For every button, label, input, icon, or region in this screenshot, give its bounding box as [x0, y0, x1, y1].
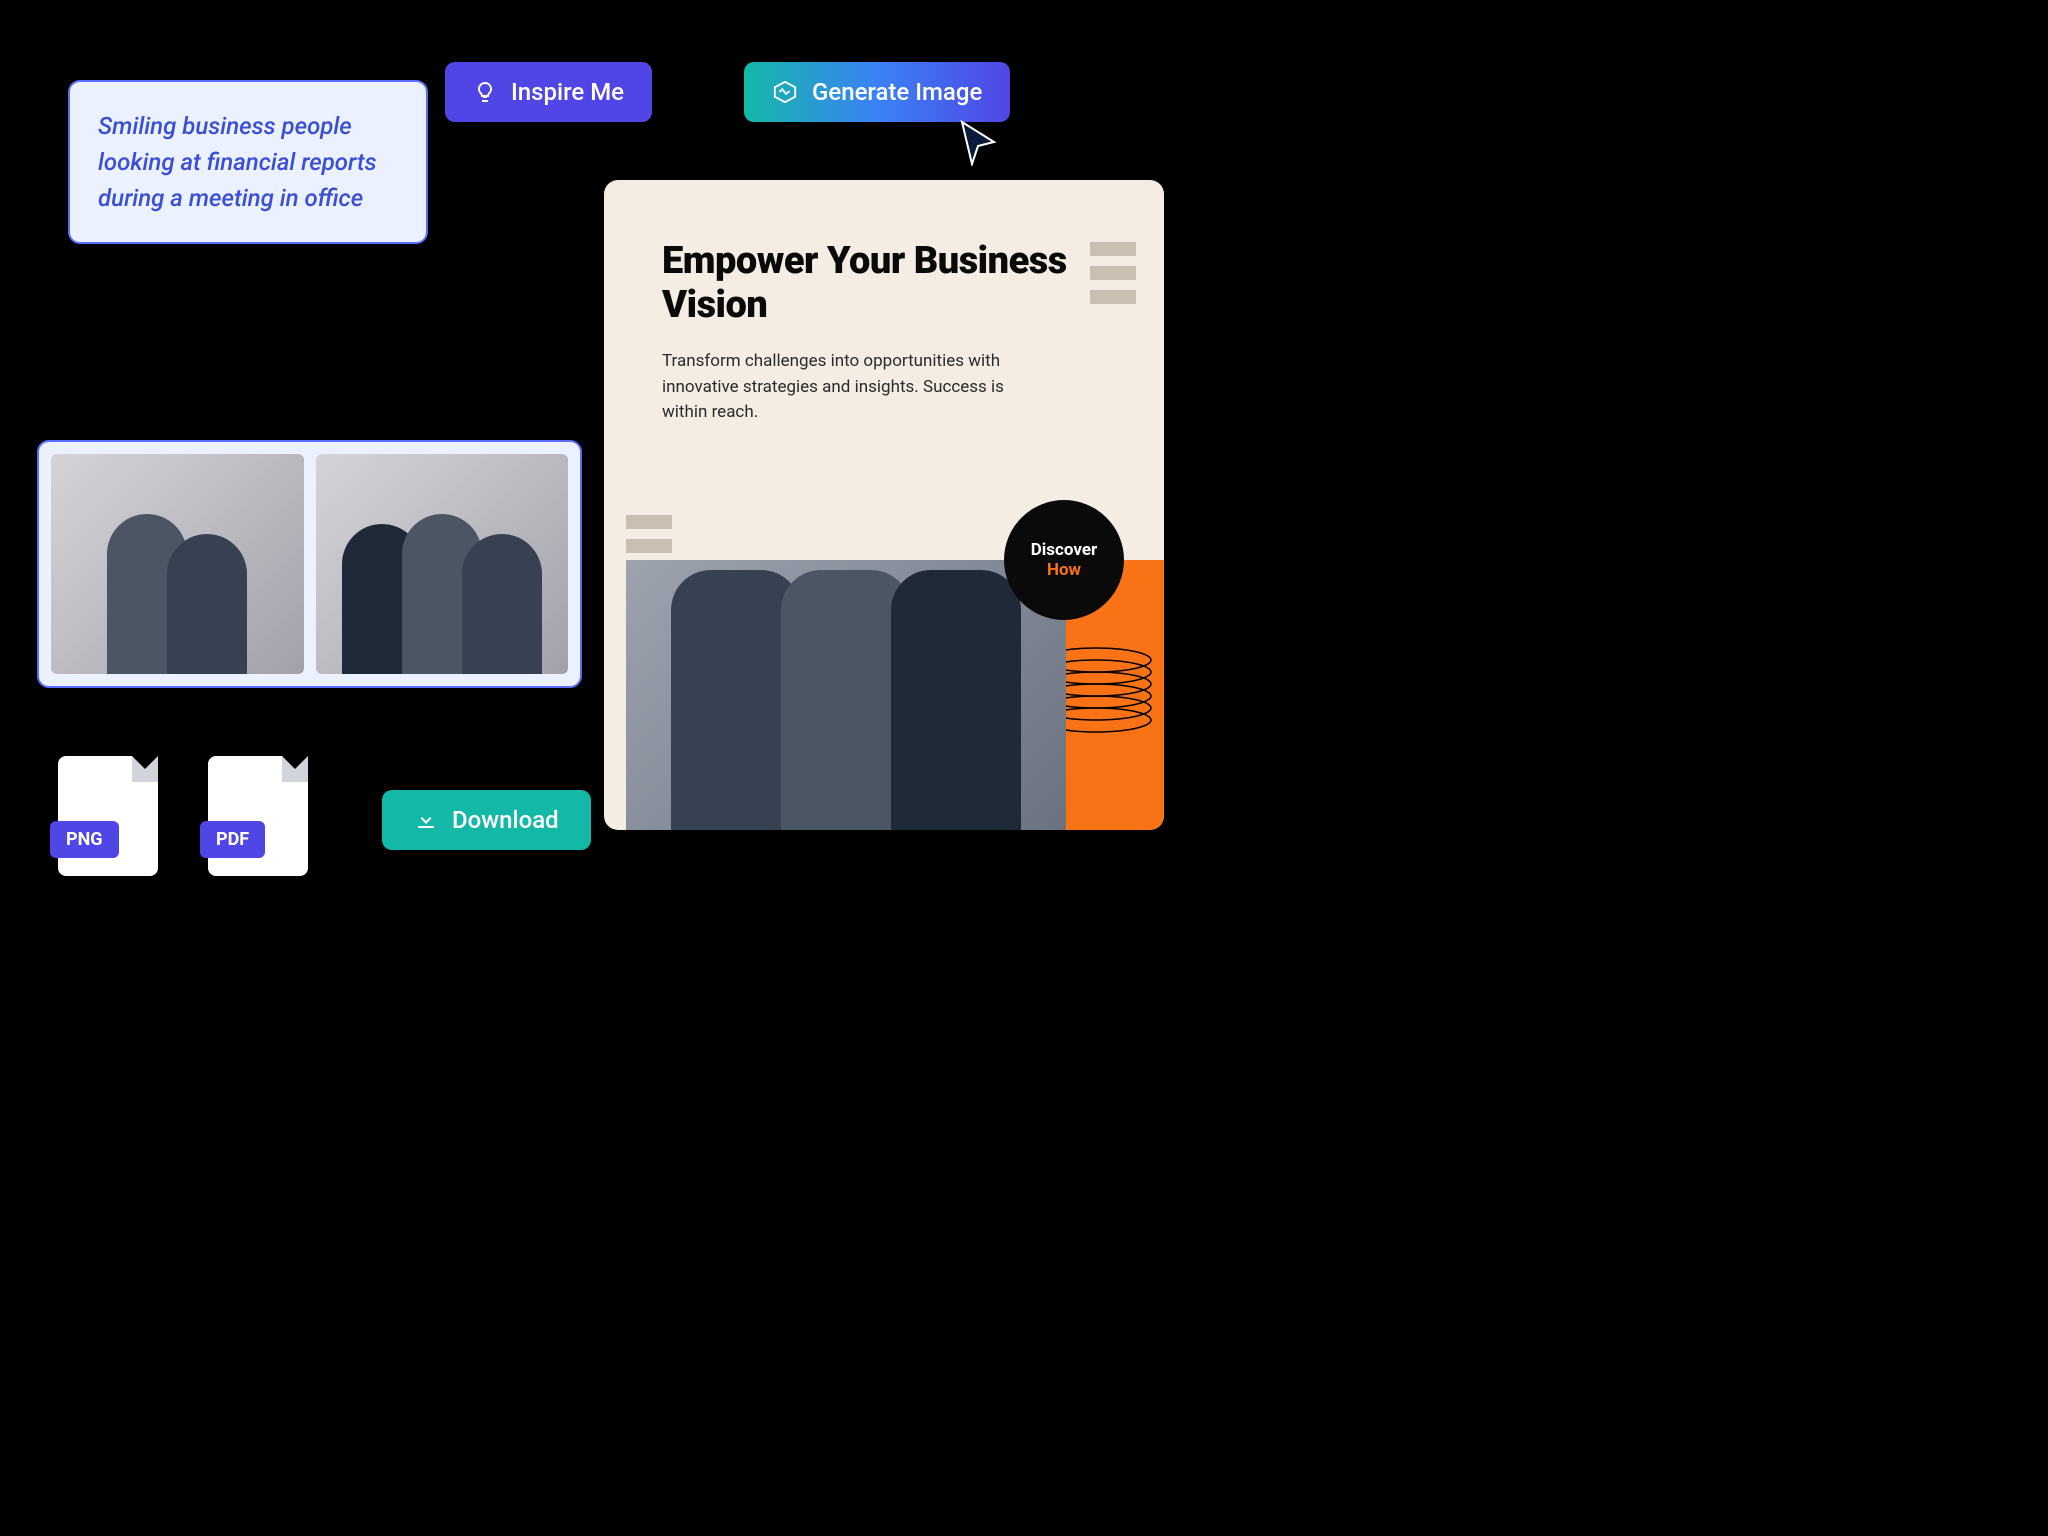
discover-cta[interactable]: Discover How [1004, 500, 1124, 620]
discover-bottom: How [1047, 560, 1081, 580]
download-icon [414, 808, 438, 832]
file-pdf[interactable]: PDF [208, 756, 308, 876]
generate-label: Generate Image [812, 78, 982, 106]
download-button[interactable]: Download [382, 790, 591, 850]
thumbnail-2[interactable] [316, 454, 569, 674]
download-label: Download [452, 806, 559, 834]
poster-photo [626, 560, 1066, 830]
pdf-badge: PDF [200, 821, 265, 858]
poster-title: Empower Your Business Vision [662, 240, 1106, 327]
thumbnail-gallery [37, 440, 582, 688]
discover-top: Discover [1031, 540, 1098, 560]
poster-preview[interactable]: Empower Your Business Vision Transform c… [604, 180, 1164, 830]
decorative-bars-top-right [1090, 242, 1136, 304]
image-generate-icon [772, 79, 798, 105]
thumbnail-1[interactable] [51, 454, 304, 674]
inspire-label: Inspire Me [511, 78, 624, 106]
prompt-box[interactable]: Smiling business people looking at finan… [68, 80, 428, 244]
poster-body: Transform challenges into opportunities … [662, 349, 1012, 426]
generate-image-button[interactable]: Generate Image [744, 62, 1010, 122]
prompt-text: Smiling business people looking at finan… [98, 108, 398, 216]
cursor-icon [958, 120, 998, 166]
png-badge: PNG [50, 821, 119, 858]
lightbulb-icon [473, 80, 497, 104]
inspire-button[interactable]: Inspire Me [445, 62, 652, 122]
file-png[interactable]: PNG [58, 756, 158, 876]
